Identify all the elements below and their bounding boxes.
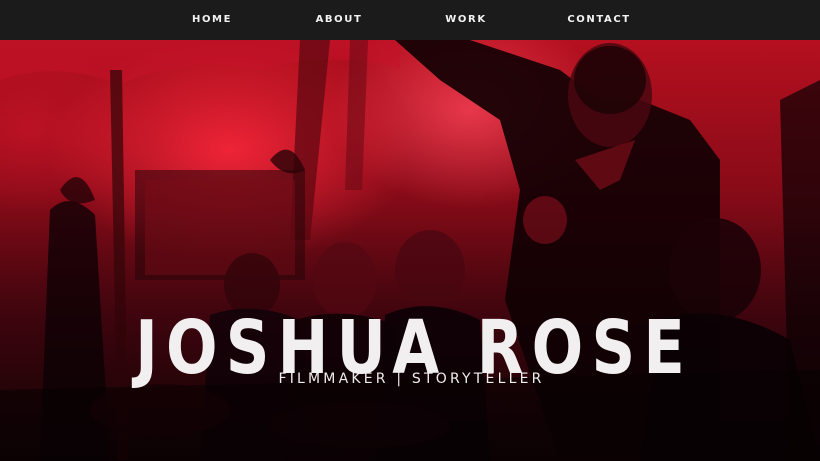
hero-dark-overlay <box>0 40 820 461</box>
nav-link-home[interactable]: HOME <box>192 0 232 40</box>
page: HOME ABOUT WORK CONTACT JOSHUA ROSE FILM… <box>0 0 820 461</box>
hero-subtitle: FILMMAKER | STORYTELLER <box>278 371 545 387</box>
nav-link-work[interactable]: WORK <box>445 0 486 40</box>
nav-link-contact[interactable]: CONTACT <box>567 0 630 40</box>
nav-link-about[interactable]: ABOUT <box>316 0 363 40</box>
top-navigation: HOME ABOUT WORK CONTACT <box>0 0 820 40</box>
